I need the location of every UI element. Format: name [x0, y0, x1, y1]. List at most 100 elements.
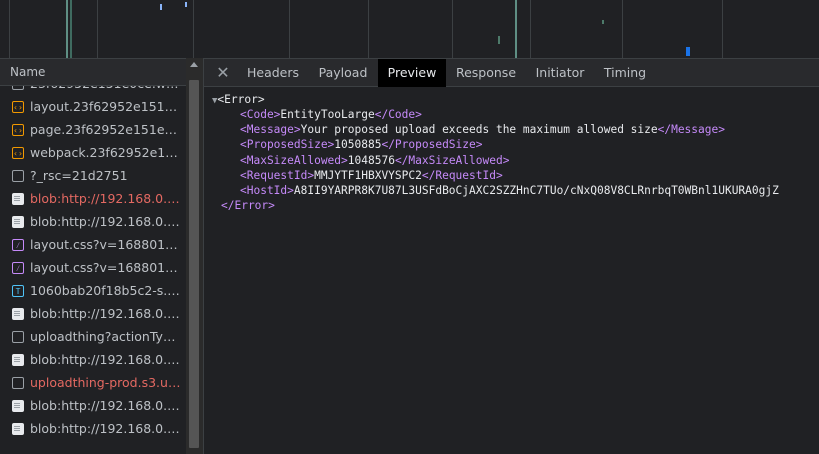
xml-text-value: A8II9YARPR8K7U87L3USFdBoCjAXC2SZZHnC7TUo… [293, 184, 779, 197]
tab-payload[interactable]: Payload [308, 59, 378, 87]
xml-element-line: <RequestId>MMJYTF1HBXVYSPC2</RequestId> [240, 168, 503, 183]
request-list-scrollbar[interactable] [186, 58, 203, 454]
xml-element-line: <MaxSizeAllowed>1048576</MaxSizeAllowed> [240, 153, 509, 168]
request-row[interactable]: ?_rsc=21d2751 [0, 165, 186, 188]
xml-text-value: EntityTooLarge [280, 108, 375, 121]
waterfall-bar [602, 20, 604, 24]
request-row[interactable]: blob:http://192.168.0.1... [0, 188, 186, 211]
xml-close-tag: </ProposedSize> [381, 138, 483, 152]
request-row[interactable]: ⁄ layout.css?v=16880147... [0, 234, 186, 257]
xml-root-tag: <Error> [217, 93, 265, 106]
close-icon[interactable]: ✕ [214, 64, 232, 82]
waterfall-gridline [368, 0, 369, 58]
waterfall-gridline [452, 0, 453, 58]
tab-timing[interactable]: Timing [594, 59, 656, 87]
waterfall-overview[interactable] [0, 0, 819, 58]
request-row[interactable]: ‹› page.23f62952e151e0... [0, 119, 186, 142]
request-name: page.23f62952e151e0... [30, 122, 182, 137]
xml-close-tag: </Message> [657, 123, 725, 137]
request-row[interactable]: blob:http://192.168.0.1... [0, 349, 186, 372]
waterfall-bar [66, 0, 68, 58]
request-row[interactable]: blob:http://192.168.0.1... [0, 418, 186, 441]
name-column-header[interactable]: Name [0, 58, 186, 86]
xml-open-tag: <MaxSizeAllowed> [240, 153, 348, 167]
script-icon: ‹› [12, 101, 24, 113]
checkbox-icon [12, 331, 24, 343]
request-row[interactable]: uploadthing?actionTyp... [0, 326, 186, 349]
tab-initiator[interactable]: Initiator [526, 59, 594, 87]
xml-open-tag: <RequestId> [240, 168, 315, 182]
tab-headers[interactable]: Headers [238, 59, 308, 87]
request-list[interactable]: 23f62952e151e0ce.we... ‹› layout.23f62952e… [0, 86, 186, 454]
request-list-panel: Name 23f62952e151e0ce.we... ‹› layout.23f6… [0, 58, 186, 454]
request-name: uploadthing?actionTyp... [30, 329, 182, 344]
request-detail-panel: ✕ Headers Payload Preview Response Initi… [203, 58, 819, 454]
request-row[interactable]: blob:http://192.168.0.1... [0, 211, 186, 234]
waterfall-gridline [289, 0, 290, 58]
xml-element-line: <Message>Your proposed upload exceeds th… [240, 122, 725, 137]
checkbox-icon [12, 170, 24, 182]
request-row[interactable]: uploadthing-prod.s3.us... [0, 372, 186, 395]
request-name: blob:http://192.168.0.1... [30, 398, 182, 413]
script-icon: ‹› [12, 147, 24, 159]
xml-preview: ▼<Error> <Code>EntityTooLarge</Code> <Mes… [204, 87, 819, 454]
document-icon [12, 193, 24, 205]
request-name: blob:http://192.168.0.1... [30, 191, 182, 206]
xml-close-tag: </MaxSizeAllowed> [394, 153, 510, 167]
request-row[interactable]: ‹› layout.23f62952e151e... [0, 96, 186, 119]
request-row[interactable]: blob:http://192.168.0.1... [0, 395, 186, 418]
waterfall-gridline [193, 0, 194, 58]
waterfall-bar [498, 36, 500, 44]
xml-element-line: <ProposedSize>1050885</ProposedSize> [240, 137, 483, 152]
xml-text-value: 1048576 [347, 153, 395, 167]
request-name: ?_rsc=21d2751 [30, 168, 128, 183]
document-icon [12, 423, 24, 435]
script-icon: ‹› [12, 124, 24, 136]
request-name: uploadthing-prod.s3.us... [30, 375, 182, 390]
xml-open-tag: <ProposedSize> [240, 138, 335, 152]
request-name: blob:http://192.168.0.1... [30, 421, 182, 436]
request-name: 23f62952e151e0ce.we... [30, 86, 182, 91]
xml-text-value: Your proposed upload exceeds the maximum… [300, 123, 658, 137]
request-name: layout.css?v=16880147... [30, 260, 182, 275]
scrollbar-thumb[interactable] [189, 80, 199, 448]
request-name: layout.23f62952e151e... [30, 99, 182, 114]
request-row[interactable]: T 1060bab20f18b5c2-s.p... [0, 280, 186, 303]
request-name: blob:http://192.168.0.1... [30, 306, 182, 321]
request-name: layout.css?v=16880147... [30, 237, 182, 252]
checkbox-icon [12, 377, 24, 389]
stylesheet-icon: ⁄ [12, 262, 24, 274]
xml-element-line: <Code>EntityTooLarge</Code> [240, 107, 422, 122]
waterfall-bar [70, 0, 72, 58]
tab-response[interactable]: Response [446, 59, 526, 87]
xml-text-value: MMJYTF1HBXVYSPC2 [314, 168, 422, 182]
waterfall-gridline [622, 0, 623, 58]
scroll-up-arrow-icon[interactable] [190, 62, 198, 67]
waterfall-bar [160, 4, 162, 10]
xml-close-tag: </Code> [374, 108, 422, 121]
detail-tab-bar: ✕ Headers Payload Preview Response Initi… [204, 58, 819, 87]
xml-close-tag: </RequestId> [421, 168, 503, 182]
waterfall-gridline [722, 0, 723, 58]
tab-preview[interactable]: Preview [378, 59, 446, 87]
request-row[interactable]: 23f62952e151e0ce.we... [0, 86, 186, 96]
request-name: webpack.23f62952e15... [30, 145, 182, 160]
xml-text-value: 1050885 [334, 138, 382, 152]
waterfall-bar [686, 47, 690, 56]
request-row[interactable]: blob:http://192.168.0.1... [0, 303, 186, 326]
request-row[interactable]: ‹› webpack.23f62952e15... [0, 142, 186, 165]
document-icon [12, 400, 24, 412]
xml-open-tag: <HostId> [240, 184, 294, 197]
font-icon: T [12, 285, 24, 297]
request-row[interactable]: ⁄ layout.css?v=16880147... [0, 257, 186, 280]
waterfall-bar [515, 0, 517, 58]
request-name: 1060bab20f18b5c2-s.p... [30, 283, 182, 298]
xml-element-line: <HostId>A8II9YARPR8K7U87L3USFdBoCjAXC2SZ… [240, 183, 779, 198]
document-icon [12, 216, 24, 228]
document-icon [12, 308, 24, 320]
waterfall-gridline [9, 0, 10, 58]
request-name: blob:http://192.168.0.1... [30, 352, 182, 367]
xml-open-tag: <Code> [240, 108, 281, 121]
xml-open-tag: <Message> [240, 123, 301, 137]
waterfall-bar [185, 2, 187, 7]
